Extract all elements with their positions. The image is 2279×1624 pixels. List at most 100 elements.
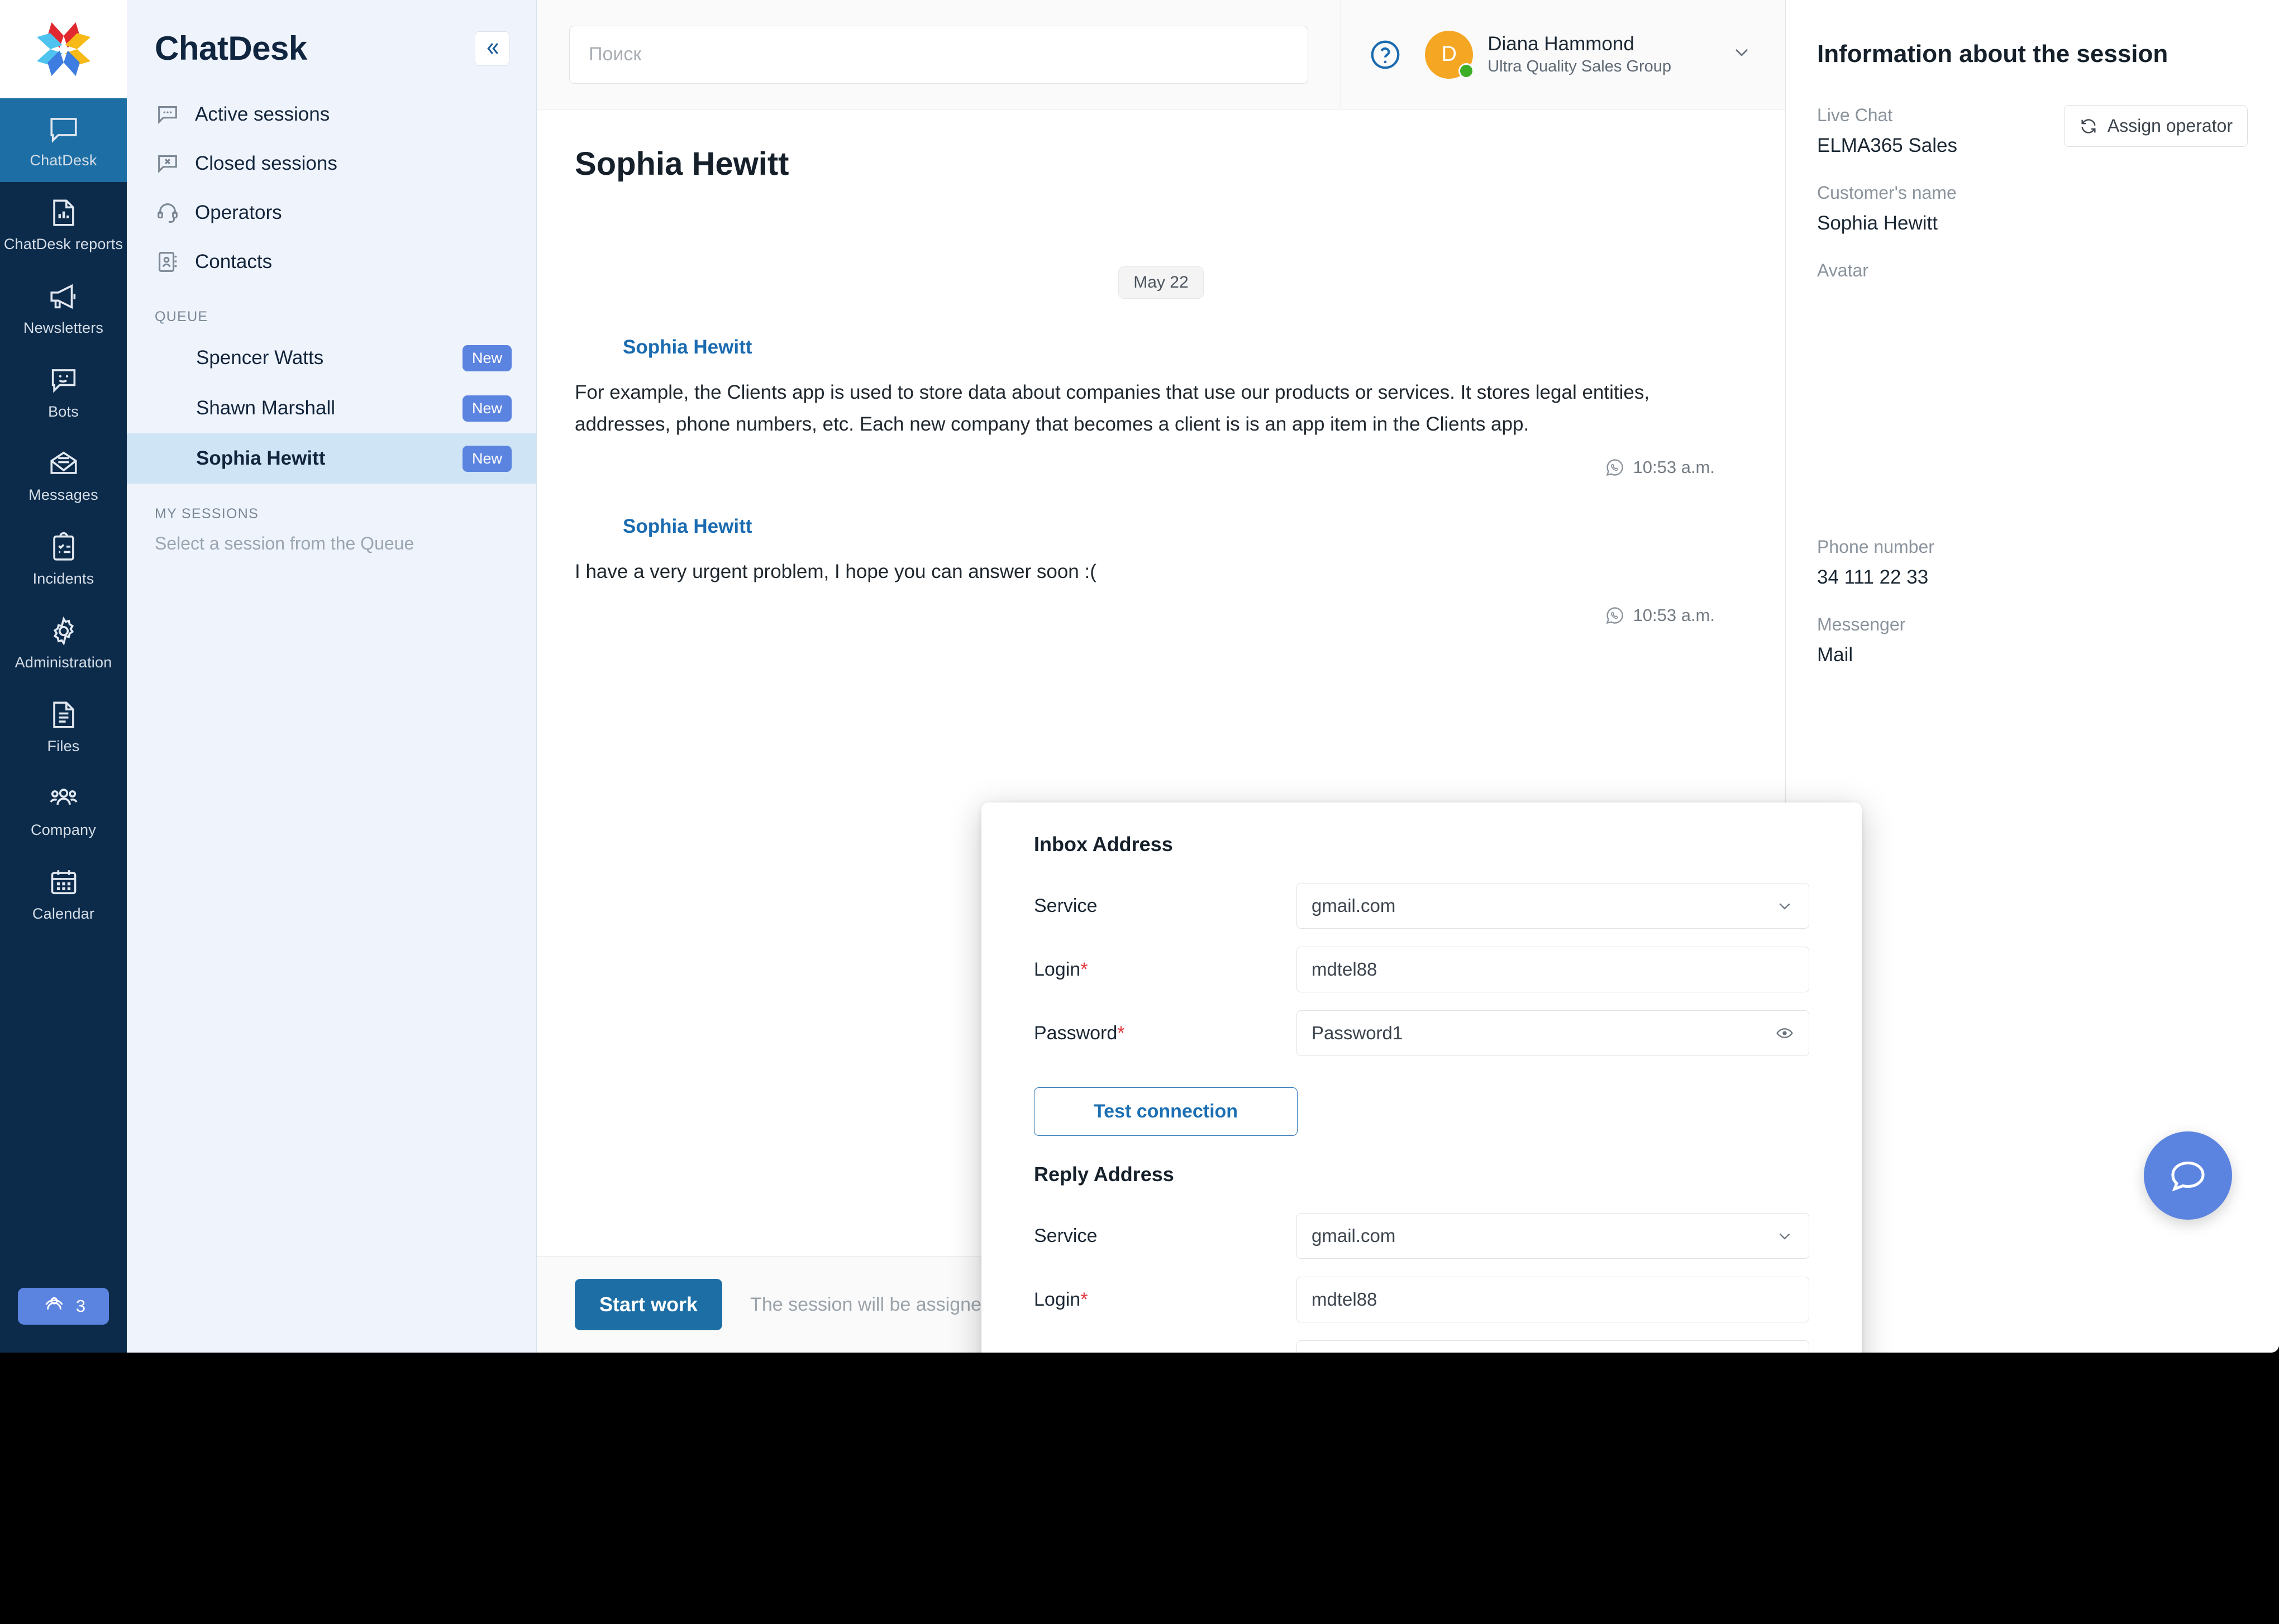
form-label: Password* <box>1034 1022 1125 1044</box>
rail-item-messages[interactable]: Messages <box>0 433 127 517</box>
reply-service-row: Service gmail.com <box>1034 1213 1809 1259</box>
reply-login-input[interactable]: mdtel88 <box>1296 1277 1809 1322</box>
chat-message-meta: 10:53 a.m. <box>575 605 1747 626</box>
modal-spacer <box>1034 1136 1809 1163</box>
inbox-service-row: Service gmail.com <box>1034 883 1809 929</box>
assign-operator-button[interactable]: Assign operator <box>2063 105 2248 147</box>
rail-label: ChatDesk reports <box>3 235 123 252</box>
nav-item-label: Active sessions <box>195 103 330 125</box>
chat-message-header: Sophia Hewitt <box>575 330 1747 365</box>
collapse-sidebar-button[interactable] <box>475 31 509 66</box>
chat-message-time: 10:53 a.m. <box>1633 457 1715 477</box>
inbox-service-select[interactable]: gmail.com <box>1296 883 1809 929</box>
inbox-password-input[interactable]: Password1 <box>1296 1010 1809 1056</box>
avatar <box>1817 293 2040 511</box>
form-label: Service <box>1034 1225 1098 1246</box>
rail-item-administration[interactable]: Administration <box>0 600 127 684</box>
reply-address-title: Reply Address <box>1034 1163 1174 1186</box>
panel-title: Information about the session <box>1817 40 2168 68</box>
required-marker: * <box>1080 958 1088 980</box>
chat-message-author[interactable]: Sophia Hewitt <box>623 515 752 538</box>
page-title: Sophia Hewitt <box>575 146 789 182</box>
rail-label: Files <box>47 738 80 755</box>
rail-item-newsletters[interactable]: Newsletters <box>0 266 127 350</box>
rail-label: Bots <box>48 403 79 420</box>
queue-item-sophia-hewitt[interactable]: Sophia Hewitt New <box>127 433 536 484</box>
app-logo <box>0 0 127 98</box>
chat-message-meta: 10:53 a.m. <box>575 457 1747 478</box>
nav-item-contacts[interactable]: Contacts <box>127 237 536 286</box>
field-label: Live Chat <box>1817 105 1893 125</box>
rail-label: Incidents <box>32 570 94 587</box>
rail-item-company[interactable]: Company <box>0 768 127 852</box>
queue-item-shawn-marshall[interactable]: Shawn Marshall New <box>127 383 536 433</box>
date-pill: May 22 <box>1118 266 1204 299</box>
field-label: Customer's name <box>1817 183 1957 203</box>
chat-x-icon <box>155 151 180 176</box>
rail-label: ChatDesk <box>30 152 97 169</box>
nav-item-operators[interactable]: Operators <box>127 188 536 237</box>
rail-item-bots[interactable]: Bots <box>0 350 127 433</box>
clipboard-check-icon <box>47 531 80 563</box>
online-operators-badge[interactable]: 3 <box>18 1288 109 1325</box>
floating-chat-button[interactable] <box>2144 1131 2232 1220</box>
chat-dots-icon <box>155 102 180 127</box>
status-badge: New <box>462 345 512 371</box>
whatsapp-icon <box>1604 605 1625 626</box>
chat-message: Sophia Hewitt I have a very urgent probl… <box>537 509 1785 626</box>
status-badge <box>1458 63 1475 79</box>
form-label: Login* <box>1034 958 1088 980</box>
select-value: gmail.com <box>1312 1225 1396 1246</box>
rail-item-chatdesk-reports[interactable]: ChatDesk reports <box>0 182 127 266</box>
chevron-down-icon[interactable] <box>1730 41 1753 68</box>
eye-icon[interactable] <box>1775 1024 1794 1043</box>
nav-item-label: Contacts <box>195 251 273 273</box>
input-value: Password1 <box>1312 1023 1403 1043</box>
start-work-button[interactable]: Start work <box>575 1279 723 1330</box>
elma-x-logo-icon <box>36 22 90 76</box>
nav-item-active-sessions[interactable]: Active sessions <box>127 90 536 139</box>
queue-section-title: QUEUE <box>155 309 208 324</box>
form-label: Login* <box>1034 1288 1088 1310</box>
chat-bubble-icon <box>2168 1155 2208 1196</box>
people-group-icon <box>47 782 80 815</box>
reply-login-row: Login* mdtel88 <box>1034 1277 1809 1322</box>
inbox-login-input[interactable]: mdtel88 <box>1296 947 1809 992</box>
question-circle-icon[interactable] <box>1368 37 1403 72</box>
chat-message-author[interactable]: Sophia Hewitt <box>623 336 752 359</box>
inbox-test-connection-button[interactable]: Test connection <box>1034 1087 1298 1136</box>
search-input[interactable] <box>569 25 1309 84</box>
app-window: ChatDesk ChatDesk reports Newsletters Bo… <box>0 0 2279 1353</box>
rail-label: Administration <box>15 654 112 671</box>
smiley-chat-icon <box>47 364 80 397</box>
reply-password-input[interactable]: Password1 <box>1296 1340 1809 1353</box>
messenger-field: Messenger Mail <box>1817 614 2248 666</box>
whatsapp-icon <box>1604 457 1625 478</box>
users-online-icon <box>41 1291 67 1321</box>
field-label: Avatar <box>1817 260 1868 280</box>
avatar: D <box>1425 30 1475 79</box>
rail-item-incidents[interactable]: Incidents <box>0 517 127 600</box>
user-profile-menu[interactable]: D Diana Hammond Ultra Quality Sales Grou… <box>1425 30 1753 79</box>
chat-message: Sophia Hewitt For example, the Clients a… <box>537 330 1785 478</box>
top-bar-right: D Diana Hammond Ultra Quality Sales Grou… <box>1341 0 1785 109</box>
rail-item-chatdesk[interactable]: ChatDesk <box>0 98 127 182</box>
chevron-double-left-icon <box>487 42 498 54</box>
rail-item-files[interactable]: Files <box>0 684 127 768</box>
queue-item-name: Shawn Marshall <box>196 397 335 419</box>
megaphone-icon <box>47 280 80 313</box>
user-org: Ultra Quality Sales Group <box>1487 57 1671 75</box>
queue-item-spencer-watts[interactable]: Spencer Watts New <box>127 333 536 383</box>
phone-number-field: Phone number 34 111 22 33 <box>1817 537 2248 589</box>
rail-item-calendar[interactable]: Calendar <box>0 852 127 935</box>
my-sessions-title: MY SESSIONS <box>155 506 259 522</box>
chat-message-text: I have a very urgent problem, I hope you… <box>575 561 1096 583</box>
rail-label: Calendar <box>32 905 95 922</box>
email-settings-modal: Inbox Address Service gmail.com Login* m… <box>981 803 1862 1353</box>
document-lines-icon <box>47 699 80 731</box>
avatar <box>575 330 609 365</box>
input-value: mdtel88 <box>1312 959 1377 980</box>
nav-item-closed-sessions[interactable]: Closed sessions <box>127 139 536 188</box>
nav-item-label: Operators <box>195 202 282 223</box>
reply-service-select[interactable]: gmail.com <box>1296 1213 1809 1259</box>
